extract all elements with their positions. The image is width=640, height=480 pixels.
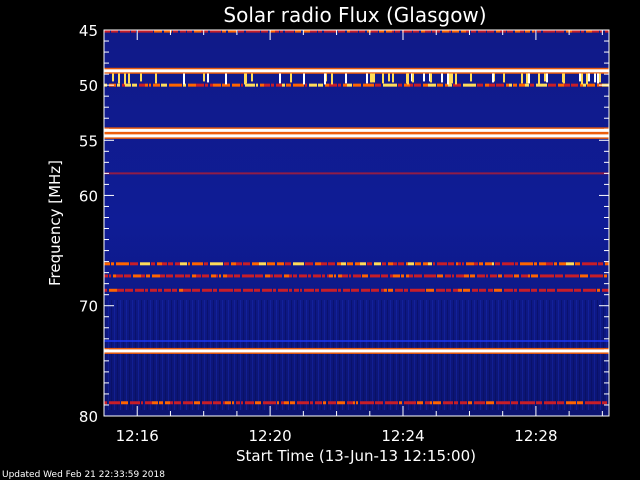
burst-tick <box>371 73 373 83</box>
burst-tick <box>303 73 305 85</box>
burst-tick <box>449 73 451 85</box>
burst-tick <box>388 73 390 82</box>
burst-tick <box>470 73 472 82</box>
burst-tick <box>455 73 457 85</box>
x-axis-label: Start Time (13-Jun-13 12:15:00) <box>236 447 476 465</box>
burst-tick <box>586 73 588 85</box>
x-tick-label: 12:28 <box>514 427 557 445</box>
burst-tick <box>345 73 347 84</box>
burst-tick <box>441 73 443 83</box>
burst-tick <box>503 73 505 83</box>
burst-tick <box>594 73 596 83</box>
burst-tick <box>528 73 530 84</box>
burst-tick <box>579 73 581 82</box>
burst-tick <box>251 73 253 82</box>
burst-tick <box>140 73 142 82</box>
emission-band-3 <box>104 127 609 134</box>
burst-tick <box>451 73 453 84</box>
burst-tick <box>599 73 601 83</box>
burst-tick <box>245 73 247 84</box>
burst-tick <box>597 73 599 84</box>
burst-tick <box>366 73 368 84</box>
updated-timestamp: Updated Wed Feb 21 22:33:59 2018 <box>2 470 165 480</box>
burst-tick <box>538 73 540 85</box>
burst-tick <box>563 73 565 84</box>
emission-band-8 <box>104 288 609 292</box>
burst-tick <box>203 73 205 82</box>
emission-band-5 <box>104 172 609 175</box>
burst-tick <box>412 73 414 83</box>
burst-tick <box>373 73 375 83</box>
emission-band-10 <box>104 347 609 354</box>
burst-tick <box>492 73 494 83</box>
burst-tick <box>521 73 523 84</box>
burst-tick <box>183 73 185 85</box>
burst-tick <box>544 73 546 82</box>
burst-tick <box>118 73 120 84</box>
burst-tick <box>128 73 130 84</box>
burst-tick <box>382 73 384 84</box>
emission-band-1 <box>104 67 609 74</box>
y-tick-label: 80 <box>79 408 98 426</box>
emission-band-9 <box>104 340 609 343</box>
y-tick-label: 70 <box>79 298 98 316</box>
burst-tick <box>588 73 590 82</box>
x-tick-label: 12:16 <box>116 427 159 445</box>
x-tick-label: 12:20 <box>249 427 292 445</box>
spectrogram-figure: Solar radio Flux (Glasgow) 455055607080 … <box>2 3 610 480</box>
burst-tick <box>225 73 227 85</box>
x-tick-label: 12:24 <box>381 427 424 445</box>
y-tick-label: 60 <box>79 187 98 205</box>
y-tick-label: 55 <box>79 132 98 150</box>
burst-tick <box>447 73 449 85</box>
emission-band-4 <box>104 132 609 139</box>
burst-tick <box>546 73 548 83</box>
burst-tick <box>290 73 292 83</box>
burst-tick <box>124 73 126 85</box>
burst-tick <box>423 73 425 82</box>
y-tick-label: 45 <box>79 22 98 40</box>
chart-title: Solar radio Flux (Glasgow) <box>223 3 486 27</box>
burst-tick <box>331 73 333 85</box>
spectrogram-plot-area <box>103 29 610 417</box>
burst-tick <box>581 73 583 85</box>
burst-tick <box>112 73 114 82</box>
burst-tick <box>430 73 432 83</box>
plot-noise-texture <box>104 300 609 410</box>
y-axis-label: Frequency [MHz] <box>46 160 64 286</box>
burst-tick <box>526 73 528 84</box>
y-tick-label: 50 <box>79 77 98 95</box>
burst-tick <box>279 73 281 84</box>
burst-tick <box>407 73 409 85</box>
burst-tick <box>155 73 157 84</box>
burst-tick <box>207 73 209 83</box>
burst-tick <box>324 73 326 85</box>
burst-tick <box>392 73 394 83</box>
emission-band-2 <box>104 83 609 87</box>
emission-band-7 <box>104 274 607 278</box>
